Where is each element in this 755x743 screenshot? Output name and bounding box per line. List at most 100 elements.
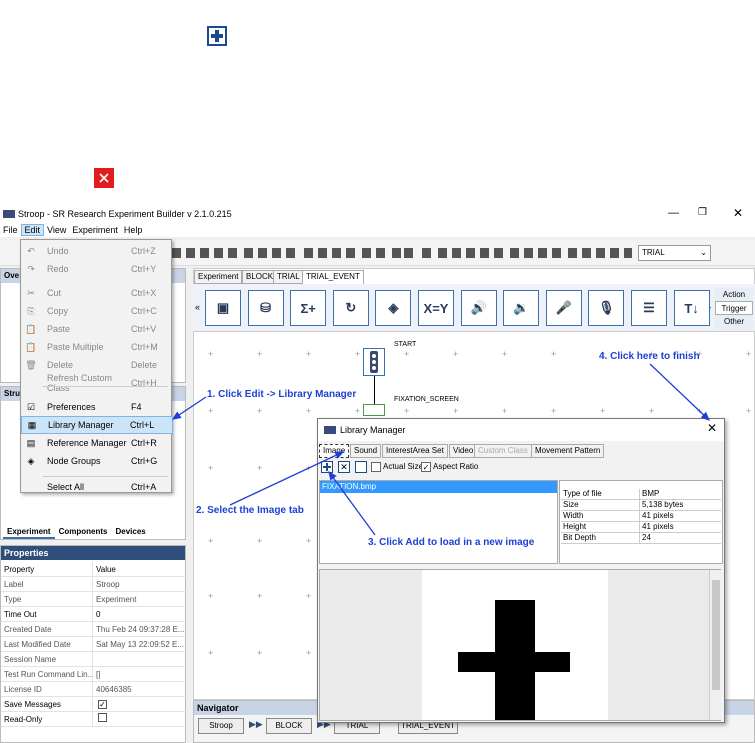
grid-mark: + — [257, 406, 263, 416]
tab-trial-event[interactable]: TRIAL_EVENT — [302, 270, 364, 284]
preview-image-button[interactable] — [355, 461, 367, 473]
lm-tab-sound[interactable]: Sound — [350, 444, 382, 458]
property-value[interactable] — [93, 652, 186, 667]
sum-icon[interactable]: Σ+ — [290, 290, 327, 326]
property-checkbox[interactable]: ✓ — [93, 697, 186, 712]
menu-item-copy[interactable]: ⎘ Copy Ctrl+C — [21, 302, 173, 320]
menu-item-delete[interactable]: 🗑 Delete Delete — [21, 356, 173, 374]
assign-icon[interactable]: X=Y — [418, 290, 454, 326]
tab-components[interactable]: Components — [55, 527, 112, 539]
property-row[interactable]: Read-Only — [1, 711, 186, 727]
recycle-icon[interactable]: ⛁ — [247, 290, 284, 326]
property-value[interactable]: Experiment — [93, 592, 186, 607]
file-info-row: Size 5,138 bytes — [561, 500, 721, 511]
loop-icon[interactable]: ↻ — [332, 290, 369, 326]
sound-icon[interactable]: 🔊 — [460, 290, 497, 326]
fixation-node[interactable] — [363, 404, 385, 416]
restore-button[interactable]: ❐ — [698, 207, 707, 218]
red-x-icon — [94, 168, 114, 188]
menu-item-reference-manager[interactable]: ▤ Reference Manager Ctrl+R — [21, 434, 173, 452]
property-value[interactable]: Stroop — [93, 577, 186, 592]
close-button[interactable]: ✕ — [733, 206, 743, 220]
property-value[interactable]: Thu Feb 24 09:37:28 E... — [93, 622, 186, 637]
start-connector — [374, 376, 375, 404]
tab-experiment[interactable]: Experiment — [194, 270, 243, 284]
menu-item-label: Library Manager — [48, 420, 114, 430]
menu-item-select-all[interactable]: Select All Ctrl+A — [21, 478, 173, 496]
display-screen-icon[interactable]: ▣ — [205, 290, 241, 326]
menu-file[interactable]: File — [0, 225, 21, 235]
menu-item-cut[interactable]: ✂ Cut Ctrl+X — [21, 284, 173, 302]
file-info-row: Bit Depth 24 — [561, 533, 721, 544]
start-node[interactable] — [363, 348, 385, 376]
aspect-ratio-label: Aspect Ratio — [433, 462, 479, 471]
aspect-ratio-checkbox[interactable]: ✓ — [421, 462, 431, 472]
trial-combo[interactable]: TRIAL ⌄ — [638, 245, 711, 261]
menu-edit[interactable]: Edit — [20, 224, 45, 236]
menu-item-label: Cut — [47, 288, 62, 298]
actual-size-checkbox[interactable] — [371, 462, 381, 472]
tab-trigger[interactable]: Trigger — [715, 301, 753, 315]
add-image-button[interactable] — [321, 461, 333, 473]
property-row[interactable]: Time Out 0 — [1, 606, 186, 622]
menu-item-preferences[interactable]: ☑ Preferences F4 — [21, 398, 173, 416]
nav-stroop[interactable]: Stroop — [198, 718, 244, 734]
microphone-icon[interactable]: 🎤 — [545, 290, 582, 326]
lm-tab-interestarea-set[interactable]: InterestArea Set — [382, 444, 448, 458]
voice-key-icon[interactable]: 🎙 — [588, 290, 625, 326]
lm-tab-movement-pattern[interactable]: Movement Pattern — [531, 444, 605, 458]
tab-experiment[interactable]: Experiment — [3, 527, 55, 539]
nav-block[interactable]: BLOCK — [266, 718, 312, 734]
file-list-item[interactable]: FIXATION.bmp — [320, 481, 557, 493]
property-row[interactable]: Label Stroop — [1, 576, 186, 592]
property-value[interactable]: 40646385 — [93, 682, 186, 697]
menu-item-refresh-custom-class[interactable]: Refresh Custom Class Ctrl+H — [21, 373, 173, 393]
tab-trial[interactable]: TRIAL — [273, 270, 304, 284]
property-row[interactable]: License ID 40646385 — [1, 681, 186, 697]
menu-item-undo[interactable]: ↶ Undo Ctrl+Z — [21, 242, 173, 260]
tab-action[interactable]: Action — [715, 288, 753, 301]
toolbar-icons[interactable] — [172, 245, 632, 261]
remove-image-button[interactable]: ✕ — [338, 461, 350, 473]
menu-help[interactable]: Help — [121, 225, 146, 235]
grid-mark: + — [551, 406, 557, 416]
menu-item-paste-multiple[interactable]: 📋 Paste Multiple Ctrl+M — [21, 338, 173, 356]
tab-devices[interactable]: Devices — [111, 527, 149, 539]
menu-item-library-manager[interactable]: ▦ Library Manager Ctrl+L — [21, 416, 173, 434]
property-row[interactable]: Created Date Thu Feb 24 09:37:28 E... — [1, 621, 186, 637]
dialog-icon — [324, 426, 336, 434]
grid-mark: + — [208, 648, 214, 658]
property-value[interactable]: 0 — [93, 607, 186, 622]
grid-mark: + — [746, 349, 752, 359]
file-info-key: Bit Depth — [561, 533, 640, 543]
menu-item-redo[interactable]: ↷ Redo Ctrl+Y — [21, 260, 173, 278]
annotation-step-3: 3. Click Add to load in a new image — [368, 537, 535, 548]
property-row[interactable]: Test Run Command Lin...[] — [1, 666, 186, 682]
menu-experiment[interactable]: Experiment — [69, 225, 121, 235]
property-value[interactable]: Sat May 13 22:09:52 E... — [93, 637, 186, 652]
lm-tab-custom-class[interactable]: Custom Class — [474, 444, 532, 458]
menu-item-shortcut: F4 — [131, 402, 142, 412]
lm-tab-image[interactable]: Image — [319, 444, 350, 458]
palette-left-arrow[interactable]: « — [195, 302, 200, 312]
flow-icon[interactable]: ◈ — [375, 290, 412, 326]
tab-block[interactable]: BLOCK — [242, 270, 278, 284]
menu-item-node-groups[interactable]: ◈ Node Groups Ctrl+G — [21, 452, 173, 470]
text-line-icon[interactable]: T↓ — [673, 290, 710, 326]
property-row[interactable]: Save Messages ✓ — [1, 696, 186, 712]
property-row[interactable]: Type Experiment — [1, 591, 186, 607]
property-row[interactable]: Session Name — [1, 651, 186, 667]
menu-view[interactable]: View — [44, 225, 69, 235]
tab-other[interactable]: Other — [715, 315, 753, 328]
sound-out-icon[interactable]: 🔉 — [503, 290, 540, 326]
property-row[interactable]: Last Modified Date Sat May 13 22:09:52 E.… — [1, 636, 186, 652]
list-icon[interactable]: ☰ — [631, 290, 667, 326]
minimize-button[interactable]: — — [668, 207, 679, 219]
grid-mark: + — [551, 349, 557, 359]
property-checkbox[interactable] — [93, 712, 186, 727]
property-value[interactable]: [] — [93, 667, 186, 682]
dialog-close-button[interactable]: ✕ — [707, 421, 717, 435]
property-key: Last Modified Date — [1, 636, 93, 652]
preview-scrollbar[interactable] — [709, 570, 721, 720]
menu-item-paste[interactable]: 📋 Paste Ctrl+V — [21, 320, 173, 338]
